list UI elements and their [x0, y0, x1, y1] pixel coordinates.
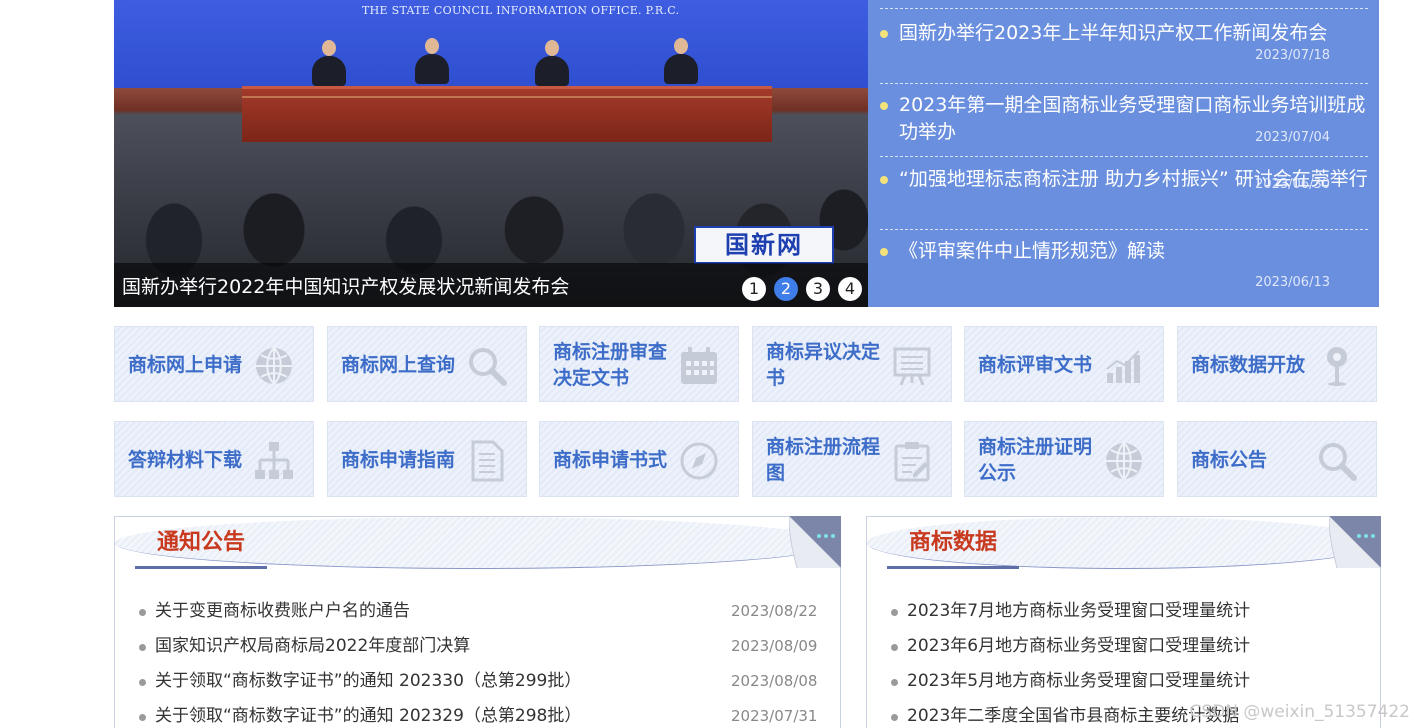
- notice-date: 2023/08/22: [731, 602, 818, 620]
- magnifier-icon: [1319, 443, 1357, 481]
- data-title[interactable]: 2023年6月地方商标业务受理窗口受理量统计: [907, 636, 1250, 656]
- news-title[interactable]: 国新办举行2023年上半年知识产权工作新闻发布会: [899, 20, 1368, 47]
- speaker: [535, 56, 569, 86]
- map-pin-icon: [1327, 347, 1347, 386]
- page: THE STATE COUNCIL INFORMATION OFFICE. P.…: [0, 0, 1424, 728]
- org-chart-icon: [255, 442, 293, 479]
- tile-label: 商标评审文书: [978, 354, 1093, 376]
- tile-opposition-decisions[interactable]: 商标异议决定书: [752, 326, 952, 402]
- magnifier-icon: [469, 348, 507, 386]
- notice-title[interactable]: 关于变更商标收费账户户名的通告: [155, 601, 410, 621]
- scio-label: THE STATE COUNCIL INFORMATION OFFICE. P.…: [362, 4, 680, 17]
- speaker-head: [545, 40, 559, 56]
- bullet-icon: [880, 176, 888, 184]
- notice-title[interactable]: 关于领取“商标数字证书”的通知 202329（总第298批）: [155, 706, 581, 726]
- news-panel: 国新办举行2023年上半年知识产权工作新闻发布会 2023/07/18 2023…: [868, 0, 1379, 307]
- news-title[interactable]: 《评审案件中止情形规范》解读: [899, 238, 1368, 265]
- notice-date: 2023/07/31: [731, 707, 818, 725]
- document-icon: [471, 440, 504, 482]
- slide-pager: 1 2 3 4: [742, 277, 862, 301]
- slide-dot-3[interactable]: 3: [806, 277, 830, 301]
- speaker: [415, 54, 449, 84]
- news-item[interactable]: 2023年第一期全国商标业务受理窗口商标业务培训班成功举办 2023/07/04: [880, 92, 1368, 157]
- list-item[interactable]: 关于领取“商标数字证书”的通知 202329（总第298批） 2023/07/31: [139, 699, 817, 728]
- csdn-watermark: CSDN @weixin_51357422: [1189, 702, 1410, 722]
- list-item[interactable]: 国家知识产权局商标局2022年度部门决算 2023/08/09: [139, 629, 817, 664]
- compass-icon: [680, 442, 718, 480]
- tile-label: 商标公告: [1191, 449, 1268, 471]
- news-item[interactable]: “加强地理标志商标注册 助力乡村振兴” 研讨会在莞举行 2023/06/30: [880, 166, 1368, 230]
- news-item[interactable]: 《评审案件中止情形规范》解读 2023/06/13: [880, 238, 1368, 300]
- tile-application-guide[interactable]: 商标申请指南: [327, 421, 527, 497]
- tile-label: 商标注册审查决定文书: [553, 341, 668, 389]
- notice-title[interactable]: 关于领取“商标数字证书”的通知 202330（总第299批）: [155, 671, 581, 691]
- tile-data-open[interactable]: 商标数据开放: [1177, 326, 1377, 402]
- podium-trim: [242, 96, 772, 98]
- slide-dot-4[interactable]: 4: [838, 277, 862, 301]
- board-icon: [893, 347, 931, 386]
- tile-label: 商标注册流程图: [766, 436, 881, 484]
- bullet-icon: [880, 248, 888, 256]
- speaker-head: [322, 40, 336, 56]
- data-heading[interactable]: 商标数据: [887, 517, 1020, 569]
- speaker: [312, 56, 346, 86]
- tile-registration-flowchart[interactable]: 商标注册流程图: [752, 421, 952, 497]
- tile-label: 商标申请指南: [341, 449, 456, 471]
- tile-label: 商标数据开放: [1191, 354, 1306, 376]
- news-date: 2023/06/13: [1255, 275, 1330, 290]
- speaker-head: [674, 38, 688, 54]
- list-item[interactable]: 2023年6月地方商标业务受理窗口受理量统计: [891, 629, 1250, 664]
- news-item-prev: [880, 0, 1368, 9]
- globe-icon: [256, 347, 292, 385]
- clipboard-icon: [894, 442, 930, 482]
- bullet-icon: [880, 102, 888, 110]
- news-item[interactable]: 国新办举行2023年上半年知识产权工作新闻发布会 2023/07/18: [880, 20, 1368, 84]
- notices-list: 关于变更商标收费账户户名的通告 2023/08/22 国家知识产权局商标局2022…: [139, 594, 817, 728]
- more-icon[interactable]: [1329, 516, 1381, 568]
- tile-certificate-publicity[interactable]: 商标注册证明公示: [964, 421, 1164, 497]
- tile-label: 商标异议决定书: [766, 341, 881, 389]
- slide-dot-2[interactable]: 2: [774, 277, 798, 301]
- list-item[interactable]: 2023年7月地方商标业务受理窗口受理量统计: [891, 594, 1250, 629]
- tile-online-application[interactable]: 商标网上申请: [114, 326, 314, 402]
- calendar-icon: [681, 347, 717, 384]
- trademark-data-box: 商标数据 2023年7月地方商标业务受理窗口受理量统计 2023年6月地方商标业…: [866, 516, 1381, 728]
- data-title[interactable]: 2023年7月地方商标业务受理窗口受理量统计: [907, 601, 1250, 621]
- tile-review-decisions[interactable]: 商标注册审查决定文书: [539, 326, 739, 402]
- tile-label: 答辩材料下载: [128, 449, 243, 471]
- watermark-text: 国新网: [725, 231, 803, 259]
- tile-label: 商标注册证明公示: [978, 436, 1093, 484]
- more-icon[interactable]: [789, 516, 841, 568]
- list-item[interactable]: 2023年5月地方商标业务受理窗口受理量统计: [891, 664, 1250, 699]
- tile-announcements[interactable]: 商标公告: [1177, 421, 1377, 497]
- globe-icon: [1106, 442, 1142, 480]
- tile-online-query[interactable]: 商标网上查询: [327, 326, 527, 402]
- speaker: [664, 54, 698, 84]
- speaker-head: [425, 38, 439, 54]
- list-item[interactable]: 关于领取“商标数字证书”的通知 202330（总第299批） 2023/08/08: [139, 664, 817, 699]
- data-title[interactable]: 2023年5月地方商标业务受理窗口受理量统计: [907, 671, 1250, 691]
- notices-heading[interactable]: 通知公告: [135, 517, 268, 569]
- notice-date: 2023/08/08: [731, 672, 818, 690]
- list-item[interactable]: 关于变更商标收费账户户名的通告 2023/08/22: [139, 594, 817, 629]
- notice-date: 2023/08/09: [731, 637, 818, 655]
- slide-dot-1[interactable]: 1: [742, 277, 766, 301]
- notices-box: 通知公告 关于变更商标收费账户户名的通告 2023/08/22 国家知识产权局商标…: [114, 516, 841, 728]
- tile-label: 商标网上申请: [128, 354, 243, 376]
- tile-review-documents[interactable]: 商标评审文书: [964, 326, 1164, 402]
- tile-reply-materials[interactable]: 答辩材料下载: [114, 421, 314, 497]
- notice-title[interactable]: 国家知识产权局商标局2022年度部门决算: [155, 636, 470, 656]
- cnr-watermark-logo: 国新网: [694, 226, 834, 264]
- news-slideshow[interactable]: THE STATE COUNCIL INFORMATION OFFICE. P.…: [114, 0, 868, 307]
- tile-label: 商标网上查询: [341, 354, 456, 376]
- bar-chart-icon: [1106, 350, 1140, 383]
- news-date: 2023/07/18: [1255, 48, 1330, 63]
- bullet-icon: [880, 30, 888, 38]
- tile-label: 商标申请书式: [553, 449, 668, 471]
- tile-application-forms[interactable]: 商标申请书式: [539, 421, 739, 497]
- slide-caption[interactable]: 国新办举行2022年中国知识产权发展状况新闻发布会: [122, 272, 569, 299]
